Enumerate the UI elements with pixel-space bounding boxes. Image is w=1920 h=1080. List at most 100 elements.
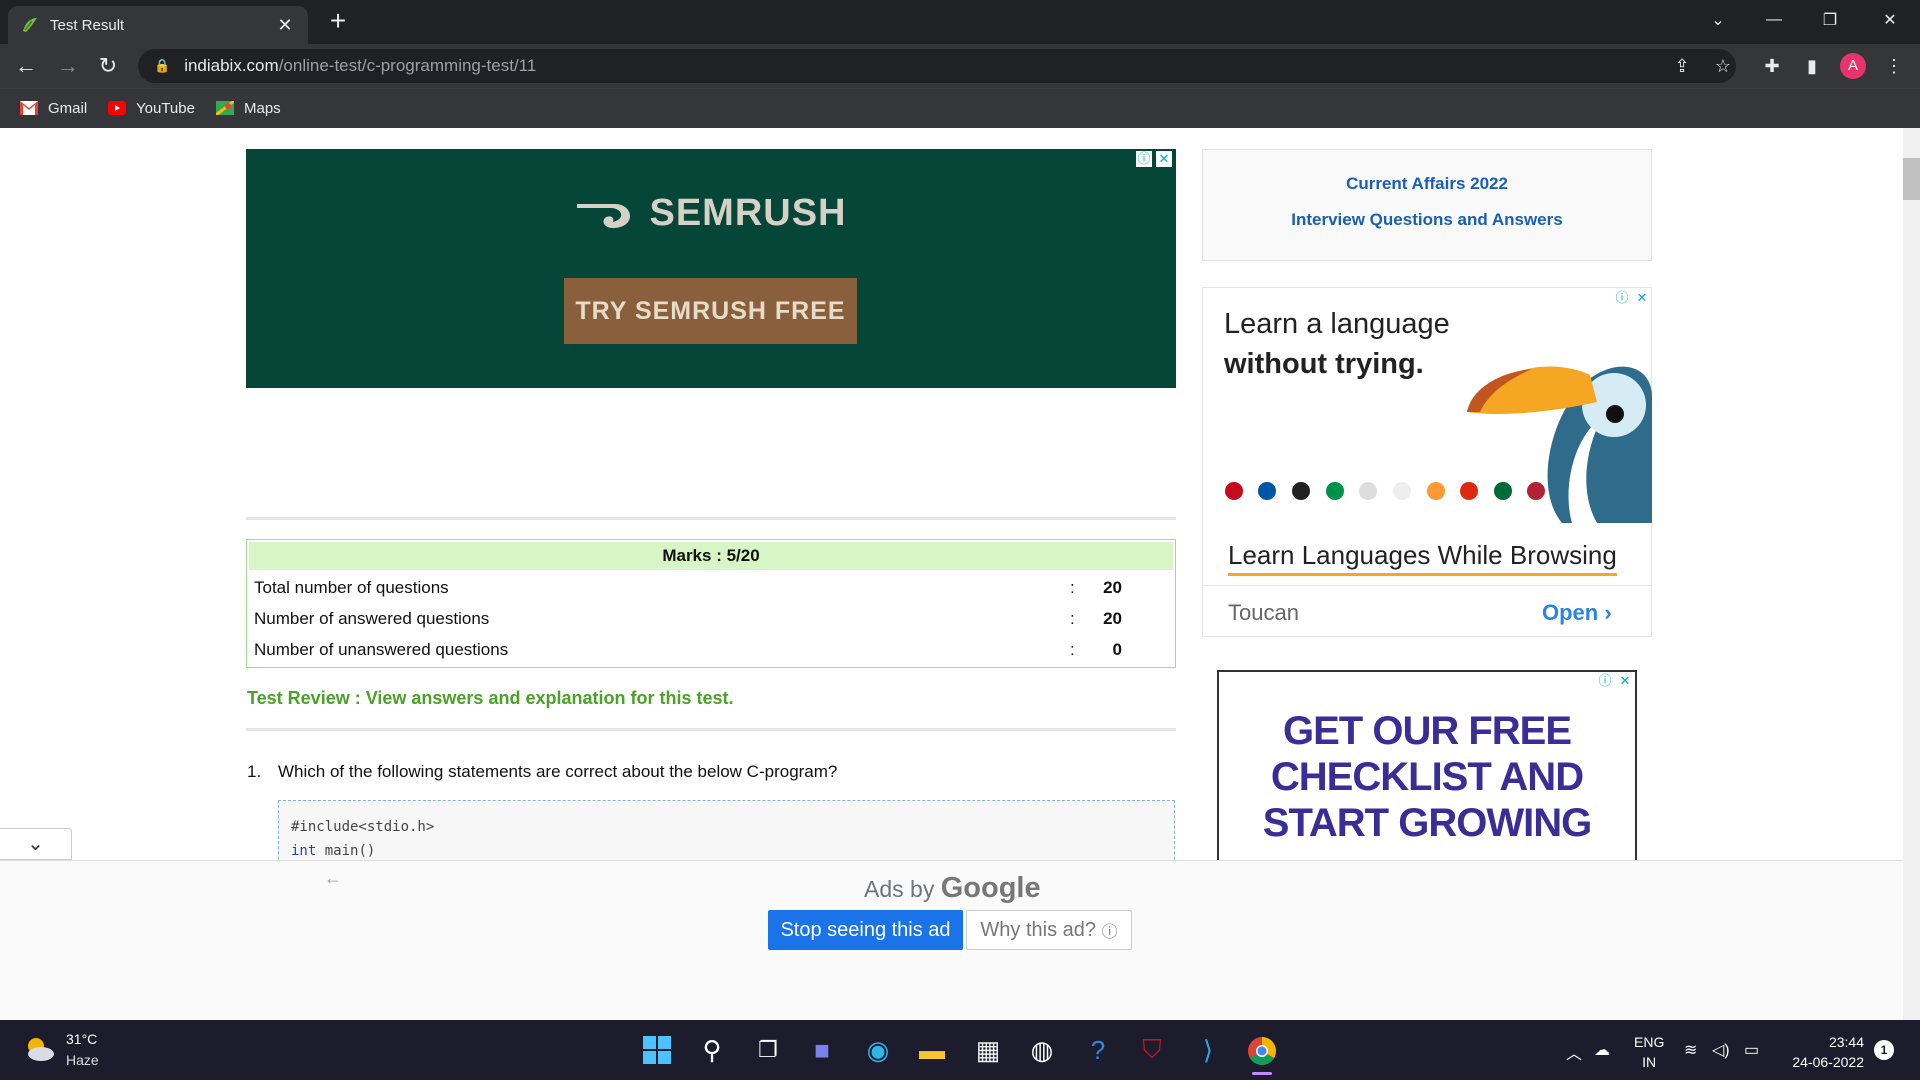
forward-icon[interactable]: → bbox=[52, 50, 84, 82]
vscode-icon[interactable]: ⟩ bbox=[1190, 1032, 1226, 1068]
close-window-button[interactable]: ✕ bbox=[1862, 0, 1918, 40]
checklist-ad-text: GET OUR FREE CHECKLIST AND START GROWING bbox=[1262, 709, 1592, 845]
why-this-ad-button[interactable]: Why this ad? ⓘ bbox=[966, 910, 1132, 950]
task-view-icon[interactable]: ❐ bbox=[750, 1032, 786, 1068]
result-row-value: 20 bbox=[1103, 609, 1122, 628]
edge-icon[interactable]: ◉ bbox=[860, 1032, 896, 1068]
semrush-flame-icon bbox=[577, 203, 631, 229]
semrush-banner-ad[interactable] bbox=[246, 149, 1176, 388]
page-scrollbar[interactable] bbox=[1903, 128, 1920, 1020]
ad-close-icon[interactable]: ✕ bbox=[1634, 290, 1650, 306]
search-icon[interactable]: ⚲ bbox=[694, 1032, 730, 1068]
toucan-line1: Learn a language bbox=[1224, 308, 1450, 340]
question-text: Which of the following statements are co… bbox=[278, 762, 838, 781]
side-panel-icon[interactable]: ▮ bbox=[1796, 50, 1828, 82]
weather-temperature[interactable]: 31°C bbox=[66, 1031, 97, 1047]
collapse-ad-chevron-icon[interactable]: ⌄ bbox=[0, 828, 72, 860]
input-language[interactable]: ENG IN bbox=[1634, 1032, 1664, 1072]
bookmark-maps[interactable]: Maps bbox=[216, 96, 281, 120]
share-icon[interactable]: ⇪ bbox=[1666, 50, 1698, 82]
ad-info-icon[interactable]: ⓘ bbox=[1614, 290, 1630, 306]
result-row-label: Number of unanswered questions bbox=[254, 640, 509, 659]
toucan-line2: without trying. bbox=[1224, 348, 1424, 380]
show-hidden-icons-chevron-icon[interactable]: ︿ bbox=[1566, 1040, 1582, 1064]
result-row-label: Number of answered questions bbox=[254, 609, 490, 628]
url-path: /online-test/c-programming-test/11 bbox=[278, 56, 537, 75]
onedrive-cloud-icon[interactable]: ☁ bbox=[1594, 1040, 1610, 1060]
weather-haze-icon[interactable] bbox=[22, 1034, 56, 1064]
new-tab-button[interactable]: + bbox=[322, 6, 354, 38]
sidebar-link-current-affairs[interactable]: Current Affairs 2022 bbox=[1202, 174, 1652, 194]
ads-by-google: Ads by Google bbox=[864, 872, 1041, 904]
windows-start-icon[interactable] bbox=[642, 1035, 672, 1065]
semrush-logo: SEMRUSH bbox=[246, 192, 1176, 235]
tab-title: Test Result bbox=[50, 16, 125, 34]
back-arrow-icon[interactable]: ← bbox=[324, 868, 342, 889]
chevron-right-icon: › bbox=[1604, 600, 1612, 625]
divider bbox=[246, 728, 1176, 731]
gmail-icon bbox=[20, 101, 38, 115]
toucan-headline[interactable]: Learn Languages While Browsing bbox=[1228, 540, 1617, 576]
bookmark-star-icon[interactable]: ☆ bbox=[1707, 50, 1739, 82]
menu-kebab-icon[interactable]: ⋮ bbox=[1878, 50, 1910, 82]
mcafee-icon[interactable]: ⛉ bbox=[1134, 1032, 1170, 1068]
result-row-label: Total number of questions bbox=[254, 578, 449, 597]
ad-close-icon[interactable]: ✕ bbox=[1156, 151, 1172, 167]
marks-heading: Marks : 5/20 bbox=[249, 542, 1173, 570]
volume-icon[interactable]: ◁) bbox=[1712, 1040, 1730, 1060]
notification-badge[interactable]: 1 bbox=[1874, 1040, 1894, 1060]
info-icon: ⓘ bbox=[1101, 924, 1118, 941]
bookmark-label: Gmail bbox=[48, 99, 88, 117]
toucan-open-button[interactable]: Open › bbox=[1542, 600, 1612, 626]
lock-icon: 🔒 bbox=[154, 58, 171, 73]
teams-chat-icon[interactable]: ■ bbox=[804, 1032, 840, 1068]
extensions-icon[interactable]: ✚ bbox=[1756, 50, 1788, 82]
result-row-value: 0 bbox=[1112, 640, 1122, 659]
test-review-link[interactable]: Test Review : View answers and explanati… bbox=[247, 688, 733, 709]
back-icon[interactable]: ← bbox=[10, 50, 42, 82]
wifi-icon[interactable]: ≋ bbox=[1684, 1040, 1697, 1060]
bookmarks-bar bbox=[0, 88, 1920, 128]
indiabix-favicon-icon bbox=[23, 18, 37, 32]
help-icon[interactable]: ? bbox=[1080, 1032, 1116, 1068]
bookmark-youtube[interactable]: YouTube bbox=[108, 96, 195, 120]
url-host: indiabix.com bbox=[184, 56, 279, 75]
question-number: 1. bbox=[247, 762, 262, 781]
microsoft-store-icon[interactable]: ▦ bbox=[970, 1032, 1006, 1068]
result-row-sep: : bbox=[1070, 609, 1075, 628]
battery-icon[interactable]: ▭ bbox=[1744, 1040, 1759, 1060]
reload-icon[interactable]: ↻ bbox=[92, 50, 124, 82]
toucan-advertiser: Toucan bbox=[1228, 600, 1299, 625]
address-bar[interactable]: 🔒 indiabix.com/online-test/c-programming… bbox=[138, 49, 1736, 83]
profile-avatar[interactable]: A bbox=[1840, 53, 1866, 79]
tab-close-icon[interactable]: ✕ bbox=[274, 15, 296, 36]
code-line: #include<stdio.h> bbox=[291, 819, 435, 835]
windows-taskbar bbox=[0, 1020, 1920, 1080]
ad-info-icon[interactable]: ⓘ bbox=[1136, 151, 1152, 167]
sidebar-links-box bbox=[1202, 149, 1652, 261]
semrush-cta-button[interactable]: TRY SEMRUSH FREE bbox=[564, 278, 857, 344]
result-row-value: 20 bbox=[1103, 578, 1122, 597]
youtube-icon bbox=[108, 101, 126, 115]
result-row-sep: : bbox=[1070, 578, 1075, 597]
result-row-sep: : bbox=[1070, 640, 1075, 659]
bookmark-label: YouTube bbox=[136, 99, 195, 117]
scrollbar-thumb[interactable] bbox=[1903, 158, 1920, 200]
tab-search-icon[interactable]: ⌄ bbox=[1690, 0, 1746, 40]
app-icon[interactable]: ◍ bbox=[1024, 1032, 1060, 1068]
ad-close-icon[interactable]: ✕ bbox=[1617, 673, 1633, 689]
ad-info-icon[interactable]: ⓘ bbox=[1597, 673, 1613, 689]
file-explorer-icon[interactable]: ▬ bbox=[914, 1032, 950, 1068]
divider bbox=[1202, 585, 1652, 586]
active-app-indicator bbox=[1252, 1072, 1272, 1075]
minimize-button[interactable]: — bbox=[1746, 0, 1802, 40]
bookmark-gmail[interactable]: Gmail bbox=[20, 96, 87, 120]
tab-test-result[interactable]: Test Result ✕ bbox=[8, 6, 308, 44]
chrome-icon[interactable] bbox=[1247, 1036, 1277, 1066]
sidebar-link-interview-questions[interactable]: Interview Questions and Answers bbox=[1202, 210, 1652, 230]
flag-icons bbox=[1225, 482, 1545, 500]
restore-button[interactable]: ❐ bbox=[1802, 0, 1858, 40]
system-clock[interactable]: 23:44 24-06-2022 bbox=[1784, 1032, 1864, 1072]
weather-condition[interactable]: Haze bbox=[66, 1052, 99, 1068]
stop-seeing-ad-button[interactable]: Stop seeing this ad bbox=[768, 910, 963, 950]
